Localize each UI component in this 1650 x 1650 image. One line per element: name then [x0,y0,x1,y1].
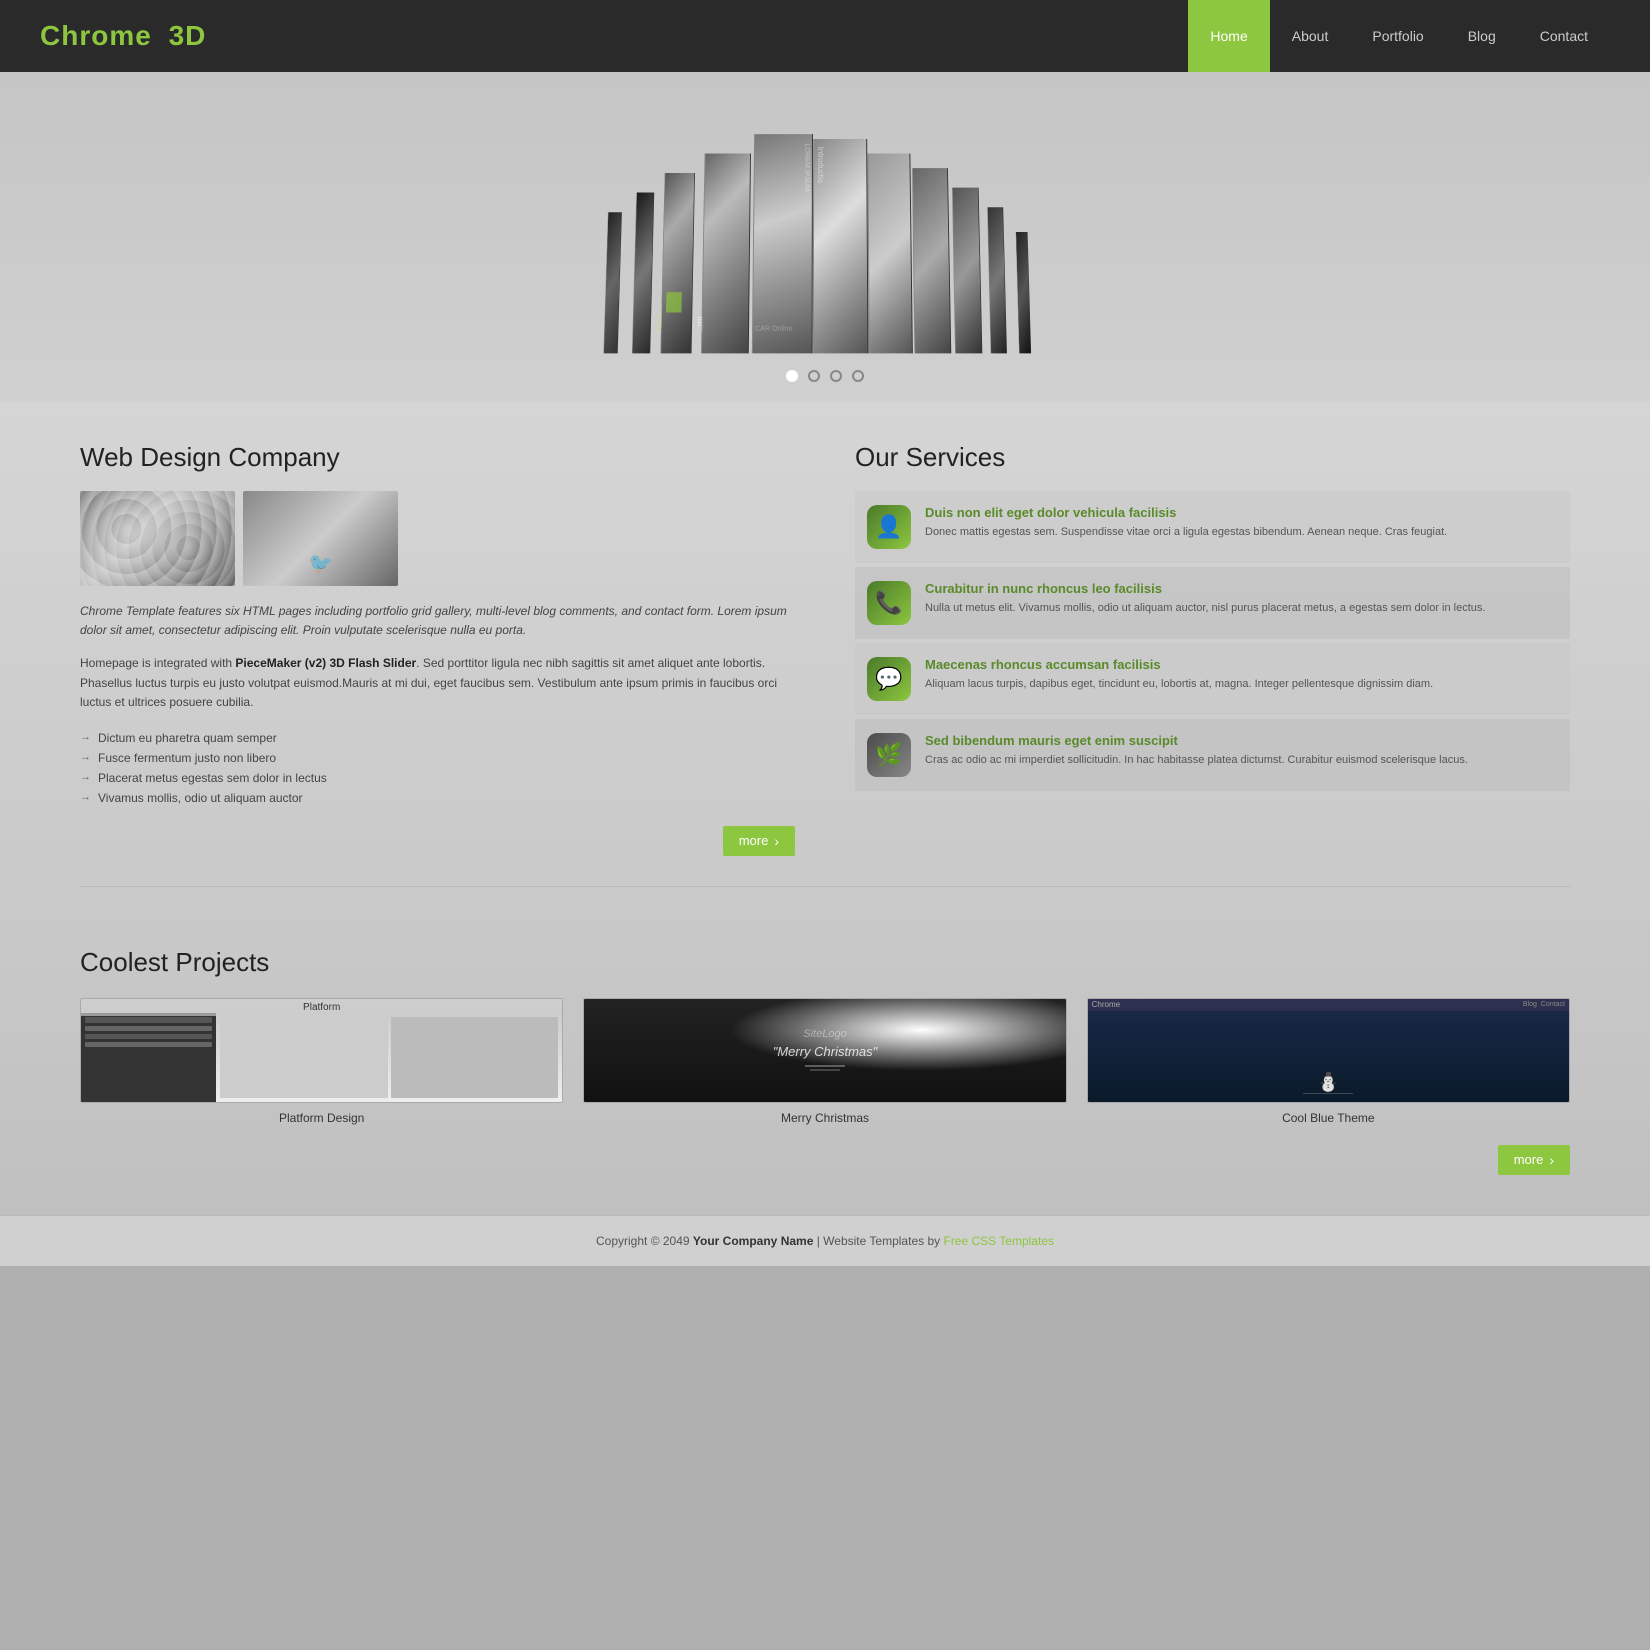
blue-content: ⛄ [1088,999,1569,1102]
nav-portfolio[interactable]: Portfolio [1350,0,1445,72]
panel-8 [912,168,951,353]
service-text-1: Duis non elit eget dolor vehicula facili… [925,505,1447,541]
dot-3[interactable] [830,370,842,382]
logo: Chrome 3D [40,20,206,52]
service-item-3: 💬 Maecenas rhoncus accumsan facilisis Al… [855,643,1570,715]
panel-6: Introductio [812,139,868,353]
panel-fan: Platfo... ...rm LOREM IPSUM CAR Online I… [603,134,1047,353]
panel-1 [603,212,621,353]
footer-copyright: Copyright © 2049 [596,1234,690,1248]
panel-3: Platfo... [660,173,695,353]
service-icon-chat: 💬 [867,657,911,701]
footer-templates-text: Website Templates [823,1234,924,1248]
section-divider [80,886,1570,887]
main-wrapper: Platfo... ...rm LOREM IPSUM CAR Online I… [0,72,1650,1215]
project-thumb-christmas: SiteLogo "Merry Christmas" [583,998,1066,1103]
platform-sidebar [81,1013,216,1102]
bullet-item: Vivamus mollis, odio ut aliquam auctor [80,788,795,808]
slider-dots [786,370,864,382]
projects-more-wrapper: more › [80,1145,1570,1175]
footer-by: by [927,1234,943,1248]
image-row: 🐦 [80,491,795,586]
more-button-left[interactable]: more › [723,826,795,856]
service-item-2: 📞 Curabitur in nunc rhoncus leo facilisi… [855,567,1570,639]
footer: Copyright © 2049 Your Company Name | Web… [0,1215,1650,1266]
slider-container: Platfo... ...rm LOREM IPSUM CAR Online I… [485,102,1165,352]
platform-main [216,1013,563,1102]
dot-2[interactable] [808,370,820,382]
projects-heading: Coolest Projects [80,947,1570,978]
bullet-item: Dictum eu pharetra quam semper [80,728,795,748]
service-title-4: Sed bibendum mauris eget enim suscipit [925,733,1468,748]
dot-4[interactable] [852,370,864,382]
logo-accent: 3D [169,20,207,51]
nav-blog[interactable]: Blog [1446,0,1518,72]
left-column: Web Design Company 🐦 Chrome Template fea… [80,442,795,856]
main-nav: Home About Portfolio Blog Contact [1188,0,1610,72]
service-icon-contact: 👤 [867,505,911,549]
panel-9 [951,188,981,354]
content-section: Web Design Company 🐦 Chrome Template fea… [0,402,1650,947]
panel-2 [631,193,653,354]
service-desc-3: Aliquam lacus turpis, dapibus eget, tinc… [925,676,1433,693]
service-title-2: Curabitur in nunc rhoncus leo facilisis [925,581,1485,596]
nav-home[interactable]: Home [1188,0,1269,72]
brand-name: PieceMaker (v2) 3D Flash Slider [235,656,416,670]
project-caption-blue: Cool Blue Theme [1282,1111,1375,1125]
footer-company: Your Company Name [693,1234,813,1248]
project-item-christmas: SiteLogo "Merry Christmas" Merry Christm… [583,998,1066,1125]
service-text-4: Sed bibendum mauris eget enim suscipit C… [925,733,1468,769]
dot-1[interactable] [786,370,798,382]
service-desc-4: Cras ac odio ac mi imperdiet sollicitudi… [925,752,1468,769]
panel-10 [987,207,1007,353]
project-thumb-platform: Platform [80,998,563,1103]
service-title-3: Maecenas rhoncus accumsan facilisis [925,657,1433,672]
right-heading: Our Services [855,442,1570,473]
bullet-item: Placerat metus egestas sem dolor in lect… [80,768,795,788]
panel-7 [867,153,912,353]
service-desc-1: Donec mattis egestas sem. Suspendisse vi… [925,524,1447,541]
service-item-4: 🌿 Sed bibendum mauris eget enim suscipit… [855,719,1570,791]
nav-about[interactable]: About [1270,0,1351,72]
christmas-content: SiteLogo "Merry Christmas" [584,999,1065,1102]
bullet-list: Dictum eu pharetra quam semper Fusce fer… [80,728,795,808]
panel-5: LOREM IPSUM CAR Online [751,134,812,353]
projects-grid: Platform [80,998,1570,1125]
service-item-1: 👤 Duis non elit eget dolor vehicula faci… [855,491,1570,563]
thumb-water [80,491,235,586]
more-button-projects[interactable]: more › [1498,1145,1570,1175]
project-item-blue: ⛄ Chrome Blog Contact Cool Blue Theme [1087,998,1570,1125]
projects-section: Coolest Projects Platform [0,947,1650,1215]
service-text-2: Curabitur in nunc rhoncus leo facilisis … [925,581,1485,617]
panel-4: ...rm [701,153,751,353]
service-icon-photo: 🌿 [867,733,911,777]
desc-normal: Homepage is integrated with PieceMaker (… [80,654,795,712]
projects-arrow-icon: › [1549,1152,1554,1168]
arrow-icon: › [774,833,779,849]
two-column-layout: Web Design Company 🐦 Chrome Template fea… [80,442,1570,856]
slider-section: Platfo... ...rm LOREM IPSUM CAR Online I… [0,72,1650,402]
thumb-bird: 🐦 [243,491,398,586]
footer-link[interactable]: Free CSS Templates [943,1234,1054,1248]
service-text-3: Maecenas rhoncus accumsan facilisis Aliq… [925,657,1433,693]
nav-contact[interactable]: Contact [1518,0,1610,72]
project-item-platform: Platform [80,998,563,1125]
panel-11 [1015,232,1030,353]
project-caption-christmas: Merry Christmas [781,1111,869,1125]
logo-text: Chrome [40,20,152,51]
project-thumb-blue: ⛄ Chrome Blog Contact [1087,998,1570,1103]
service-title-1: Duis non elit eget dolor vehicula facili… [925,505,1447,520]
project-caption-platform: Platform Design [279,1111,364,1125]
service-icon-phone: 📞 [867,581,911,625]
header: Chrome 3D Home About Portfolio Blog Cont… [0,0,1650,72]
bullet-item: Fusce fermentum justo non libero [80,748,795,768]
left-heading: Web Design Company [80,442,795,473]
desc-italic: Chrome Template features six HTML pages … [80,602,795,640]
right-column: Our Services 👤 Duis non elit eget dolor … [855,442,1570,856]
service-desc-2: Nulla ut metus elit. Vivamus mollis, odi… [925,600,1485,617]
